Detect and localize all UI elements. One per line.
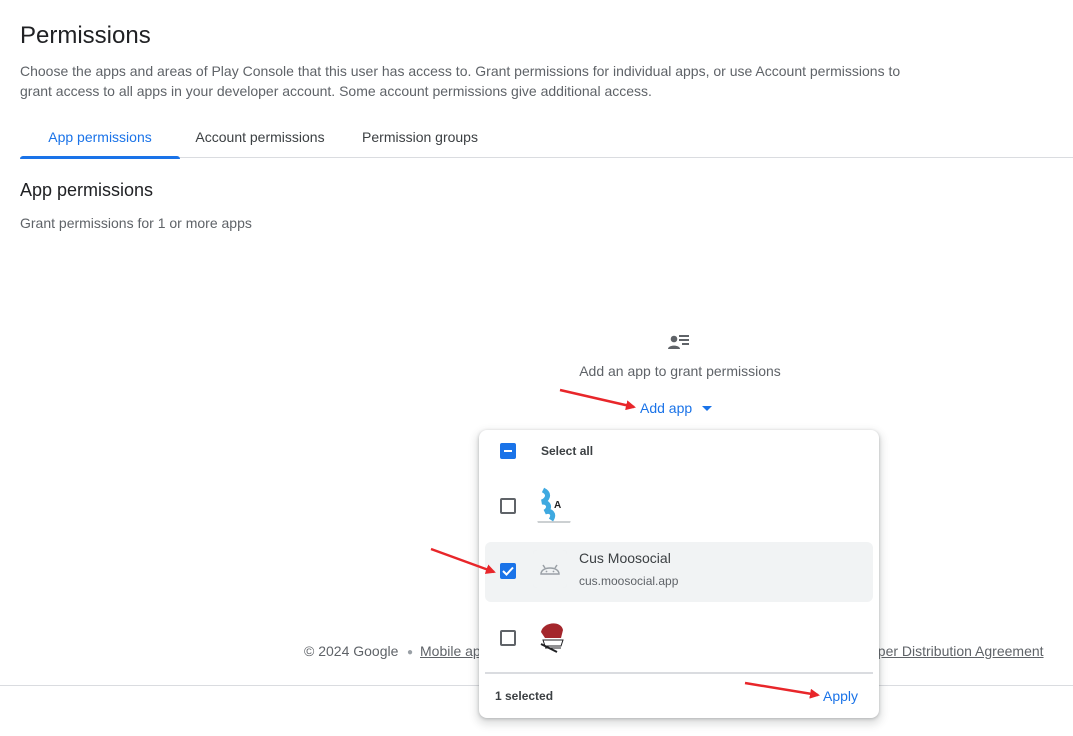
app-icon-red: [537, 618, 571, 656]
person-list-icon: [668, 335, 689, 349]
tab-permission-groups[interactable]: Permission groups: [350, 118, 490, 157]
app-package: cus.moosocial.app: [579, 574, 679, 588]
page-title: Permissions: [20, 22, 151, 49]
empty-state-text: Add an app to grant permissions: [579, 363, 781, 379]
footer-link-distribution-agreement[interactable]: oper Distribution Agreement: [870, 643, 1044, 659]
tab-app-permissions[interactable]: App permissions: [20, 118, 180, 159]
app-checkbox-2[interactable]: [500, 563, 516, 579]
arrow-to-add-app: [559, 388, 636, 411]
select-all-checkbox[interactable]: [500, 443, 516, 459]
svg-text:A: A: [554, 500, 561, 511]
section-title: App permissions: [20, 180, 154, 200]
footer-copyright: © 2024 Google: [304, 643, 399, 659]
app-checkbox-3[interactable]: [500, 630, 516, 646]
add-app-label: Add app: [640, 400, 693, 416]
app-checkbox-1[interactable]: [500, 498, 516, 514]
app-icon-blue: A: [537, 486, 571, 524]
caret-down-icon: [702, 405, 713, 411]
section-subtitle: Grant permissions for 1 or more apps: [20, 215, 252, 231]
tab-account-permissions[interactable]: Account permissions: [180, 118, 340, 157]
add-app-button[interactable]: Add app: [640, 400, 713, 416]
app-name: Cus Moosocial: [579, 550, 671, 566]
apply-button[interactable]: Apply: [823, 688, 858, 704]
selected-count: 1 selected: [495, 689, 554, 703]
page-description: Choose the apps and areas of Play Consol…: [20, 63, 901, 99]
select-all-label: Select all: [541, 444, 594, 458]
add-app-dropdown: Select all A Cus Moosocial cus.moosocial…: [479, 430, 879, 718]
dropdown-divider: [485, 672, 873, 674]
footer-link-mobile-apps[interactable]: Mobile ap: [420, 643, 481, 659]
android-icon: [533, 550, 567, 588]
tab-bar: App permissions Account permissions Perm…: [20, 118, 1073, 159]
footer-separator-dot: ●: [407, 647, 414, 658]
